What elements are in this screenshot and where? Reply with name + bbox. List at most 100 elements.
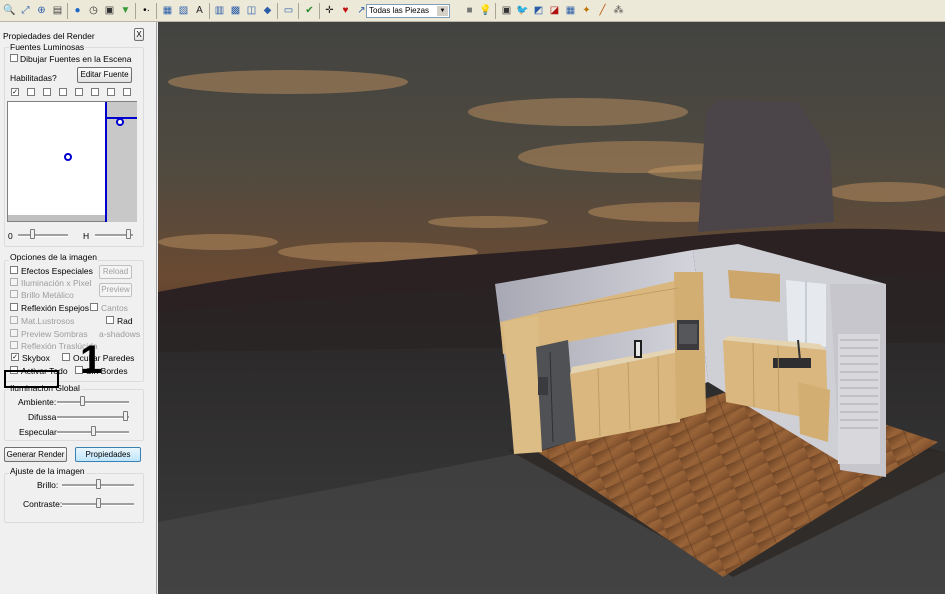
cube-icon[interactable]: ◆ [260, 3, 275, 18]
close-button[interactable]: X [134, 28, 144, 41]
main-toolbar: 🔍 ⤢ ⊕ ▤ ● ◷ ▣ ▼ •· ▦ ▧ A ▥ ▩ ◫ ◆ ▭ ✔ ✛ ♥… [0, 0, 945, 22]
light-5-checkbox[interactable] [75, 88, 83, 96]
light-6-checkbox[interactable] [91, 88, 99, 96]
lights-group-label: Fuentes Luminosas [9, 42, 86, 52]
pieces-select[interactable]: Todas las Piezas ▼ [366, 4, 450, 18]
grid-icon[interactable]: ▦ [160, 3, 175, 18]
specular-label: Especular [19, 427, 57, 437]
rad-checkbox[interactable] [106, 316, 114, 324]
bulb-icon[interactable]: 💡 [478, 3, 493, 18]
light-2-checkbox[interactable] [27, 88, 35, 96]
mirror-checkbox[interactable] [10, 303, 18, 311]
group-icon[interactable]: ⁂ [611, 3, 626, 18]
special-effects-label: Efectos Especiales [21, 266, 93, 276]
rendered-scene [158, 22, 945, 594]
render-properties-panel: Propiedades del Render X Fuentes Luminos… [0, 22, 157, 594]
enabled-label: Habilitadas? [10, 73, 57, 83]
photo-icon[interactable]: ▣ [499, 3, 514, 18]
panel-title: Propiedades del Render [3, 31, 95, 41]
diffuse-slider[interactable] [123, 411, 128, 421]
ambient-slider[interactable] [80, 396, 85, 406]
window-icon[interactable]: ▭ [281, 3, 296, 18]
text-icon[interactable]: A [192, 3, 207, 18]
share-icon[interactable]: ◩ [531, 3, 546, 18]
brightness-label: Brillo: [37, 480, 59, 490]
magic-icon[interactable]: ✦ [579, 3, 594, 18]
skybox-checkbox[interactable]: ✓ [11, 353, 19, 361]
image-options-label: Opciones de la imagen [9, 252, 98, 262]
light-angle-slider[interactable] [30, 229, 35, 239]
twitter-icon[interactable]: 🐦 [515, 3, 530, 18]
rad-label: Rad [117, 316, 133, 326]
contrast-label: Contraste: [23, 499, 63, 509]
shadows-suffix-label: a-shadows [99, 329, 141, 339]
light-side-view[interactable] [105, 102, 137, 222]
check-icon[interactable]: ✔ [302, 3, 317, 18]
diffuse-label: Difussa [28, 412, 57, 422]
metallic-checkbox[interactable] [10, 290, 18, 298]
light-top-view[interactable] [7, 101, 137, 222]
light-height-slider[interactable] [126, 229, 131, 239]
specular-slider[interactable] [91, 426, 96, 436]
pixel-lighting-label: Iluminación x Pixel [21, 278, 92, 288]
slider-h-label: H [83, 231, 90, 241]
translucid-checkbox[interactable] [10, 341, 18, 349]
draw-lights-label: Dibujar Fuentes en la Escena [20, 54, 132, 64]
square-icon[interactable]: ■ [462, 3, 477, 18]
contrast-slider[interactable] [96, 498, 101, 508]
light-1-checkbox[interactable]: ✓ [11, 88, 19, 96]
slider-left-label: 0 [8, 231, 13, 241]
edges-checkbox[interactable] [90, 303, 98, 311]
glossy-checkbox[interactable] [10, 316, 18, 324]
layers-icon[interactable]: ▧ [176, 3, 191, 18]
preview-shadows-checkbox[interactable] [10, 329, 18, 337]
print-icon[interactable]: ▤ [50, 3, 65, 18]
special-effects-checkbox[interactable] [10, 266, 18, 274]
zoom-in-icon[interactable]: 🔍 [2, 3, 17, 18]
render-viewport[interactable] [158, 22, 945, 594]
paint-icon[interactable]: ♥ [338, 3, 353, 18]
edges-label: Cantos [101, 303, 128, 313]
glossy-label: Mat.Lustrosos [21, 316, 75, 326]
wand2-icon[interactable]: ╱ [595, 3, 610, 18]
mirror-label: Reflexión Espejos [21, 303, 90, 313]
pixel-lighting-checkbox[interactable] [10, 278, 18, 286]
export-icon[interactable]: ▥ [212, 3, 227, 18]
brightness-slider[interactable] [96, 479, 101, 489]
light-height-marker-icon[interactable] [116, 118, 124, 126]
draw-lights-checkbox[interactable] [10, 54, 18, 62]
light-7-checkbox[interactable] [107, 88, 115, 96]
image-adjust-label: Ajuste de la imagen [9, 466, 86, 476]
light-8-checkbox[interactable] [123, 88, 131, 96]
zoom-window-icon[interactable]: ⊕ [34, 3, 49, 18]
pieces-select-value: Todas las Piezas [369, 6, 430, 15]
camera-icon[interactable]: ▣ [102, 3, 117, 18]
render-icon[interactable]: ◫ [244, 3, 259, 18]
move-icon[interactable]: ✛ [322, 3, 337, 18]
annotation-number: 1 [80, 338, 103, 382]
properties-button[interactable]: Propiedades [75, 447, 141, 462]
skybox-label: Skybox [22, 353, 50, 363]
globe-icon[interactable]: ● [70, 3, 85, 18]
hide-walls-checkbox[interactable] [62, 353, 70, 361]
point-icon[interactable]: •· [139, 3, 154, 18]
screen-icon[interactable]: ▦ [563, 3, 578, 18]
gift-icon[interactable]: ◪ [547, 3, 562, 18]
clock-icon[interactable]: ◷ [86, 3, 101, 18]
zoom-extents-icon[interactable]: ⤢ [18, 3, 33, 18]
chevron-down-icon: ▼ [437, 6, 448, 16]
metallic-label: Brillo Metálico [21, 290, 74, 300]
preview-button[interactable]: Preview [99, 283, 132, 297]
filter-icon[interactable]: ▼ [118, 3, 133, 18]
generate-render-button[interactable]: Generar Render [4, 447, 67, 462]
light-4-checkbox[interactable] [59, 88, 67, 96]
skybox-highlight-box [4, 370, 59, 388]
ambient-label: Ambiente: [18, 397, 57, 407]
edit-light-button[interactable]: Editar Fuente [77, 67, 132, 83]
image-adjust-group [4, 473, 144, 523]
preview-shadows-label: Preview Sombras [21, 329, 88, 339]
reload-button[interactable]: Reload [99, 265, 132, 279]
copy-icon[interactable]: ▩ [228, 3, 243, 18]
light-3-checkbox[interactable] [43, 88, 51, 96]
light-marker-icon[interactable] [64, 153, 72, 161]
